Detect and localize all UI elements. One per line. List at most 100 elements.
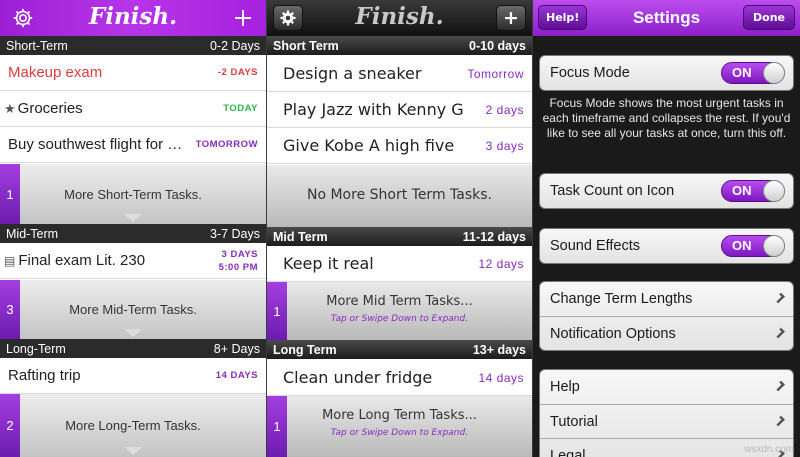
task-due: TODAY — [223, 103, 258, 114]
task-row[interactable]: Clean under fridge 14 days — [267, 360, 532, 396]
setting-label: Task Count on Icon — [550, 183, 675, 199]
app-header: Finish. + — [267, 0, 532, 36]
hidden-count: 3 — [0, 280, 20, 339]
toggle-knob — [763, 62, 785, 84]
setting-label: Focus Mode — [550, 65, 630, 81]
section-title: Mid Term — [273, 229, 328, 244]
task-count-row: Task Count on Icon ON — [540, 174, 793, 208]
task-row[interactable]: Makeup exam -2 DAYS — [0, 55, 266, 91]
task-title: Rafting trip — [8, 367, 81, 384]
task-row[interactable]: ▤ Final exam Lit. 230 3 DAYS 5:00 PM — [0, 243, 266, 279]
task-title: Design a sneaker — [283, 64, 422, 83]
done-button[interactable]: Done — [743, 5, 795, 30]
settings-header: Help! Settings Done — [533, 0, 800, 36]
task-title: Groceries — [17, 100, 83, 117]
more-label: More Long-Term Tasks. — [65, 418, 201, 433]
hidden-count: 1 — [267, 396, 287, 457]
task-title: Keep it real — [283, 254, 374, 273]
empty-label: No More Short Term Tasks. — [306, 187, 492, 203]
section-title: Short Term — [273, 38, 339, 53]
task-title: Clean under fridge — [283, 368, 433, 387]
row-label: Help — [550, 379, 580, 395]
chevron-right-icon — [774, 415, 785, 427]
task-row[interactable]: Keep it real 12 days — [267, 246, 532, 282]
task-due: 2 days — [485, 102, 524, 117]
task-due: 3 days — [485, 138, 524, 153]
more-short-term-tasks[interactable]: 1 More Short-Term Tasks. — [0, 164, 266, 224]
sound-effects-group: Sound Effects ON — [539, 228, 794, 264]
task-title: Give Kobe A high five — [283, 136, 455, 155]
more-label: More Long Term Tasks... — [322, 408, 477, 423]
task-due: Tomorrow — [467, 66, 524, 81]
row-label: Notification Options — [550, 325, 676, 342]
finish-app-v1: Finish. Short-Term 0-2 Days Makeup exam … — [0, 0, 266, 457]
app-logo: Finish. — [355, 3, 444, 30]
task-title: Makeup exam — [8, 64, 103, 81]
section-title: Short-Term — [6, 38, 68, 53]
tutorial-row[interactable]: Tutorial — [540, 404, 793, 438]
task-row[interactable]: Design a sneaker Tomorrow — [267, 56, 532, 92]
add-task-button[interactable] — [230, 6, 256, 30]
long-term-header: Long-Term 8+ Days — [0, 339, 266, 358]
section-range: 8+ Days — [213, 341, 260, 356]
task-due: 12 days — [478, 256, 524, 271]
app-header: Finish. — [0, 0, 266, 36]
task-count-toggle[interactable]: ON — [721, 180, 785, 202]
task-due: 14 days — [478, 370, 524, 385]
add-task-button[interactable]: + — [496, 5, 526, 31]
task-due: 3 DAYS 5:00 PM — [219, 248, 258, 274]
task-row[interactable]: Give Kobe A high five 3 days — [267, 128, 532, 164]
task-due-time: 5:00 PM — [218, 261, 258, 273]
settings-screen: Help! Settings Done Focus Mode ON Focus … — [533, 0, 800, 457]
focus-mode-description: Focus Mode shows the most urgent tasks i… — [542, 96, 791, 140]
more-mid-term-tasks[interactable]: 1 More Mid Term Tasks... Tap or Swipe Do… — [267, 282, 532, 340]
notification-options-row[interactable]: Notification Options — [540, 316, 793, 350]
terms-group: Change Term Lengths Notification Options — [539, 281, 794, 351]
task-row[interactable]: ★ Groceries TODAY — [0, 91, 266, 127]
more-label: More Mid Term Tasks... — [326, 294, 473, 309]
sound-effects-toggle[interactable]: ON — [721, 235, 785, 257]
section-range: 3-7 Days — [209, 226, 260, 241]
more-label: More Mid-Term Tasks. — [69, 302, 197, 317]
task-count-group: Task Count on Icon ON — [539, 173, 794, 209]
section-range: 0-10 days — [469, 38, 526, 53]
sound-effects-row: Sound Effects ON — [540, 229, 793, 263]
task-due: TOMORROW — [195, 139, 258, 150]
hidden-count: 2 — [0, 394, 20, 457]
focus-mode-row: Focus Mode ON — [540, 56, 793, 90]
chevron-down-icon — [124, 447, 142, 455]
expand-hint: Tap or Swipe Down to Expand. — [330, 428, 469, 438]
focus-mode-group: Focus Mode ON — [539, 55, 794, 91]
toggle-state: ON — [732, 65, 752, 80]
task-row[interactable]: Rafting trip 14 DAYS — [0, 358, 266, 394]
more-mid-term-tasks[interactable]: 3 More Mid-Term Tasks. — [0, 280, 266, 339]
watermark: wsxdn.com — [743, 444, 794, 455]
section-range: 11-12 days — [462, 229, 526, 244]
section-title: Long-Term — [6, 341, 66, 356]
row-label: Legal — [550, 447, 586, 457]
focus-mode-toggle[interactable]: ON — [721, 62, 785, 84]
change-term-lengths-row[interactable]: Change Term Lengths — [540, 282, 793, 316]
task-due: -2 DAYS — [217, 67, 258, 78]
toggle-state: ON — [732, 183, 752, 198]
expand-hint: Tap or Swipe Down to Expand. — [330, 314, 469, 324]
toggle-state: ON — [732, 238, 752, 253]
section-title: Mid-Term — [6, 226, 59, 241]
section-range: 13+ days — [472, 342, 526, 357]
chevron-down-icon — [124, 329, 142, 337]
no-more-short-term: No More Short Term Tasks. — [267, 165, 532, 227]
mid-term-header: Mid Term 11-12 days — [267, 227, 532, 246]
chevron-down-icon — [124, 214, 142, 222]
plus-icon: + — [503, 7, 519, 29]
task-row[interactable]: Buy southwest flight for S... TOMORROW — [0, 127, 266, 163]
chevron-right-icon — [774, 327, 785, 339]
row-label: Tutorial — [550, 413, 598, 430]
more-long-term-tasks[interactable]: 1 More Long Term Tasks... Tap or Swipe D… — [267, 396, 532, 457]
more-long-term-tasks[interactable]: 2 More Long-Term Tasks. — [0, 394, 266, 457]
hidden-count: 1 — [267, 282, 287, 340]
plus-icon — [235, 10, 251, 26]
task-row[interactable]: Play Jazz with Kenny G 2 days — [267, 92, 532, 128]
help-row[interactable]: Help — [540, 370, 793, 404]
task-due: 14 DAYS — [215, 370, 258, 381]
more-label: More Short-Term Tasks. — [64, 186, 202, 202]
